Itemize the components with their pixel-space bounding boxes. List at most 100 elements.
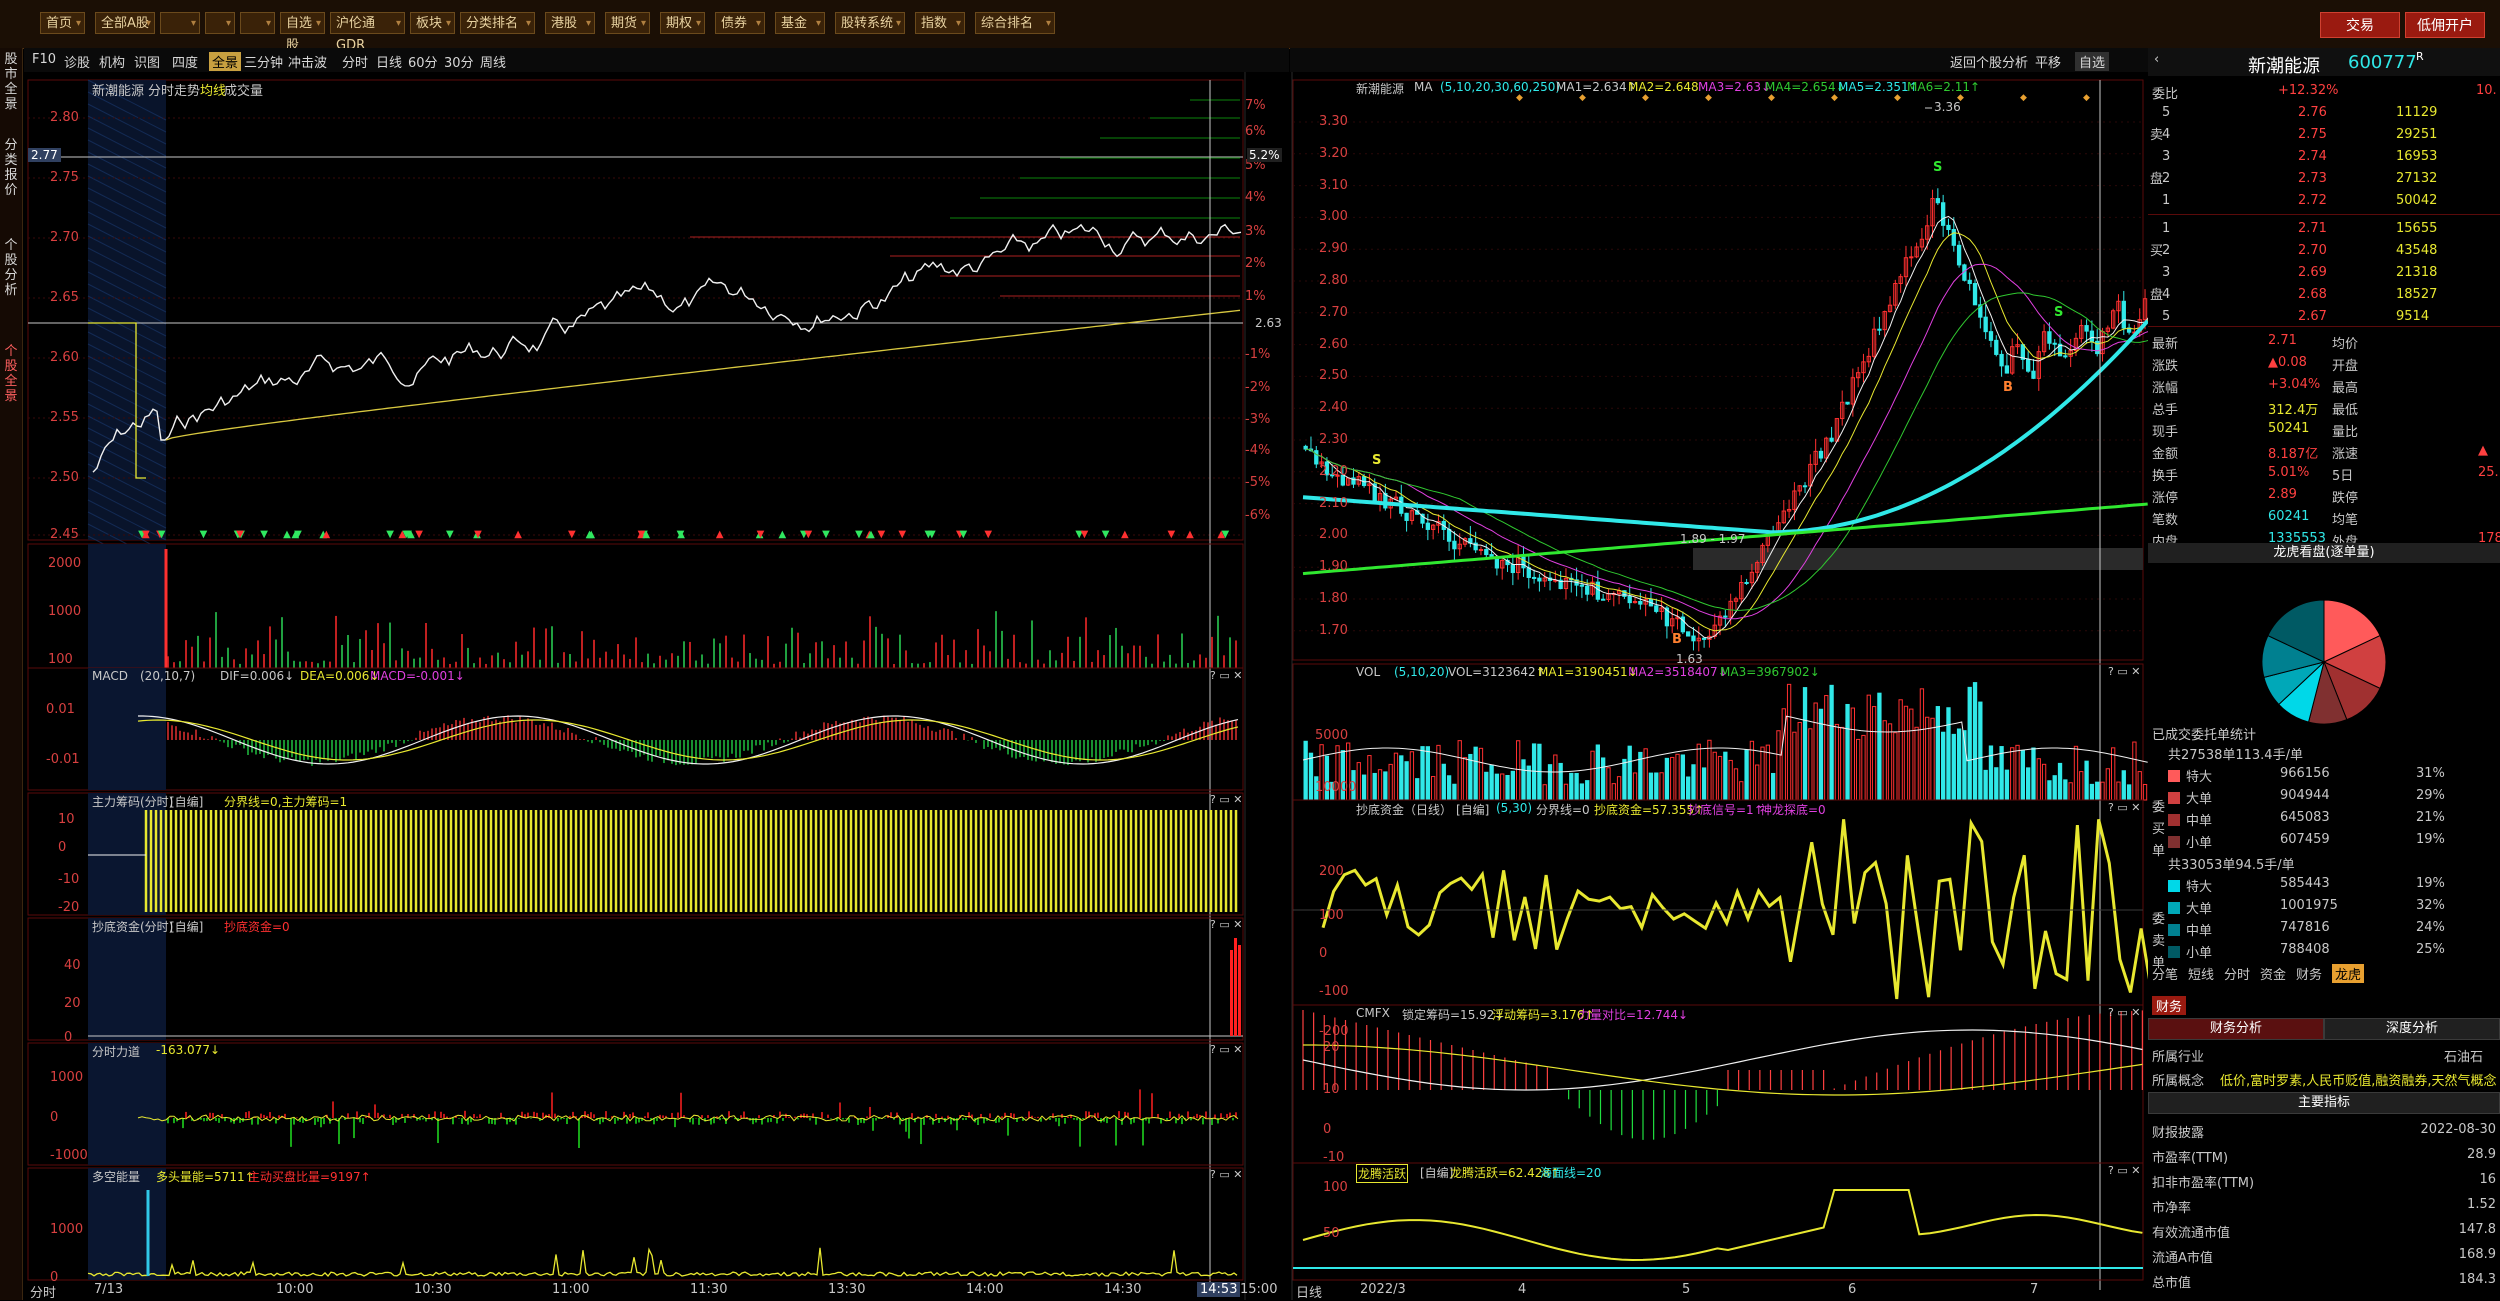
svg-text:▼: ▼ [386,529,394,540]
price-tick: 2.50 [50,470,79,485]
stat-row: 换手 5.01% 5日 25. [2148,462,2500,484]
vol-tick: 1000 [48,604,82,619]
vol-ma2: MA2=3518407↓ [1628,665,1728,679]
pct-tick: 6% [1245,124,1266,139]
svg-text:▼: ▼ [236,529,244,540]
dk-title: 多空能量 [92,1170,141,1184]
pct-tick: 3% [1245,224,1266,239]
svg-text:▼: ▼ [757,529,765,540]
fin-label: 有效流通市值 [2152,1226,2231,1241]
kcd-sy: 神龙探底=0 [1760,803,1826,817]
ma1: MA1=2.634↑ [1556,80,1637,94]
kcd-tick: -200 [1319,1024,1349,1039]
ma4: MA4=2.654↓ [1765,80,1846,94]
stat-val: 5.01% [2268,465,2310,480]
k-price-tick: 2.50 [1319,368,1348,384]
stat-val-2: ▲ [2478,443,2488,458]
macd-tick: 0.01 [46,702,75,717]
pane-controls-icon: ? ▭ ✕ [2108,1006,2141,1019]
tab-4[interactable]: 财务 [2296,964,2322,983]
side-buy-label: 买 [2150,244,2164,259]
kcd-tick: 100 [1319,908,1344,923]
fin-tab[interactable]: 财务 [2152,996,2187,1015]
sell-row: 2 2.73 27132 [2148,168,2500,190]
buy-row: 3 2.69 21318 [2148,262,2500,284]
price-tick: 2.60 [50,350,79,365]
svg-text:▼: ▼ [200,529,208,540]
k-x-axis-label: 6 [1848,1282,1857,1297]
ma6: MA6=2.11↑ [1907,80,1981,94]
weibi-right: 10. [2476,83,2497,98]
svg-text:▼: ▼ [415,529,423,540]
sell-level: 2 [2162,171,2171,186]
fin-label: 市净率 [2152,1201,2192,1216]
sell-total: 共33053单94.5手/单 [2168,858,2295,873]
deal-type: 小单 [2186,836,2213,851]
dk-tick: 1000 [50,1222,84,1237]
depth-analysis-tab[interactable]: 深度分析 [2324,1018,2500,1040]
svg-text:▼: ▼ [158,529,166,540]
fin-analysis-tab[interactable]: 财务分析 [2148,1018,2324,1040]
stat-row: 最新 2.71 均价 [2148,330,2500,352]
macd-params: (20,10,7) [140,669,196,683]
cd-tick: 40 [64,958,81,973]
stat-row: 总手 312.4万 最低 [2148,396,2500,418]
pane-controls-icon: ? ▭ ✕ [1210,1043,1243,1056]
deal-type: 特大 [2186,770,2213,785]
tab-5[interactable]: 龙虎 [2332,964,2365,983]
k-x-axis-label: 5 [1682,1282,1691,1297]
event-diamond-icon: ◆ [2020,93,2027,103]
side-label: 委 [2152,800,2166,815]
fin-label: 财报披露 [2152,1126,2205,1141]
tab-2[interactable]: 分时 [2224,964,2250,983]
buy-vol: 21318 [2396,265,2438,280]
k-price-tick: 2.10 [1319,495,1348,511]
svg-text:▼: ▼ [1221,529,1229,540]
event-diamond-icon: ◆ [2083,93,2090,103]
vol-ma1: MA1=3190451↓ [1538,665,1638,679]
back-chevron-icon[interactable]: ‹ [2154,52,2159,67]
svg-text:▲: ▲ [322,529,330,540]
cmfx-tick: 10 [1323,1082,1340,1097]
tab-1[interactable]: 短线 [2188,964,2214,983]
open-account-button[interactable]: 低佣开户 [2405,12,2485,38]
stat-label: 现手 [2152,425,2179,440]
x-axis-label: 7/13 [94,1282,124,1297]
sell-price: 2.74 [2298,149,2327,164]
trade-button[interactable]: 交易 [2320,12,2400,38]
tab-0[interactable]: 分笔 [2152,964,2178,983]
fsl-tick: 0 [50,1110,59,1125]
deal-pct: 24% [2416,920,2445,935]
deal-pct: 29% [2416,788,2445,803]
x-axis-label: 13:30 [828,1282,866,1297]
stat-val: 60241 [2268,509,2310,524]
stat-row: 笔数 60241 均笔 [2148,506,2500,528]
deal-vol: 788408 [2280,942,2330,957]
kcd-title: 抄底资金（日线） [1356,803,1453,817]
fin-val: 28.9 [2467,1147,2496,1162]
buy-level: 3 [2162,265,2171,280]
svg-text:▲: ▲ [778,529,786,540]
deal-type: 特大 [2186,880,2213,895]
cd-tick: 0 [64,1030,73,1045]
lt-title: 龙腾活跃 [1356,1164,1409,1183]
buy-vol: 43548 [2396,243,2438,258]
svg-text:▲: ▲ [867,529,875,540]
ma2: MA2=2.648 [1628,80,1699,94]
kcd-tick: -100 [1319,984,1349,999]
sell-vol: 27132 [2396,171,2438,186]
event-diamond-icon: ◆ [1705,93,1712,103]
longhu-title: 龙虎看盘(逐单量) [2148,543,2500,563]
zlcm-tick: -10 [58,872,80,887]
pane-controls-icon: ? ▭ ✕ [1210,669,1243,682]
fin-val: 184.3 [2458,1272,2496,1287]
current-price-tag: 2.77 [28,148,61,162]
stat-val: 312.4万 [2268,403,2319,418]
industry-label: 所属行业 [2152,1050,2205,1065]
svg-text:▼: ▼ [1102,529,1110,540]
kcd-tick: 0 [1319,946,1328,961]
tab-3[interactable]: 资金 [2260,964,2286,983]
main-index-header: 主要指标 [2148,1092,2500,1114]
pct-tick: -1% [1245,347,1271,362]
zlcm-tag: [自编] [170,795,204,809]
